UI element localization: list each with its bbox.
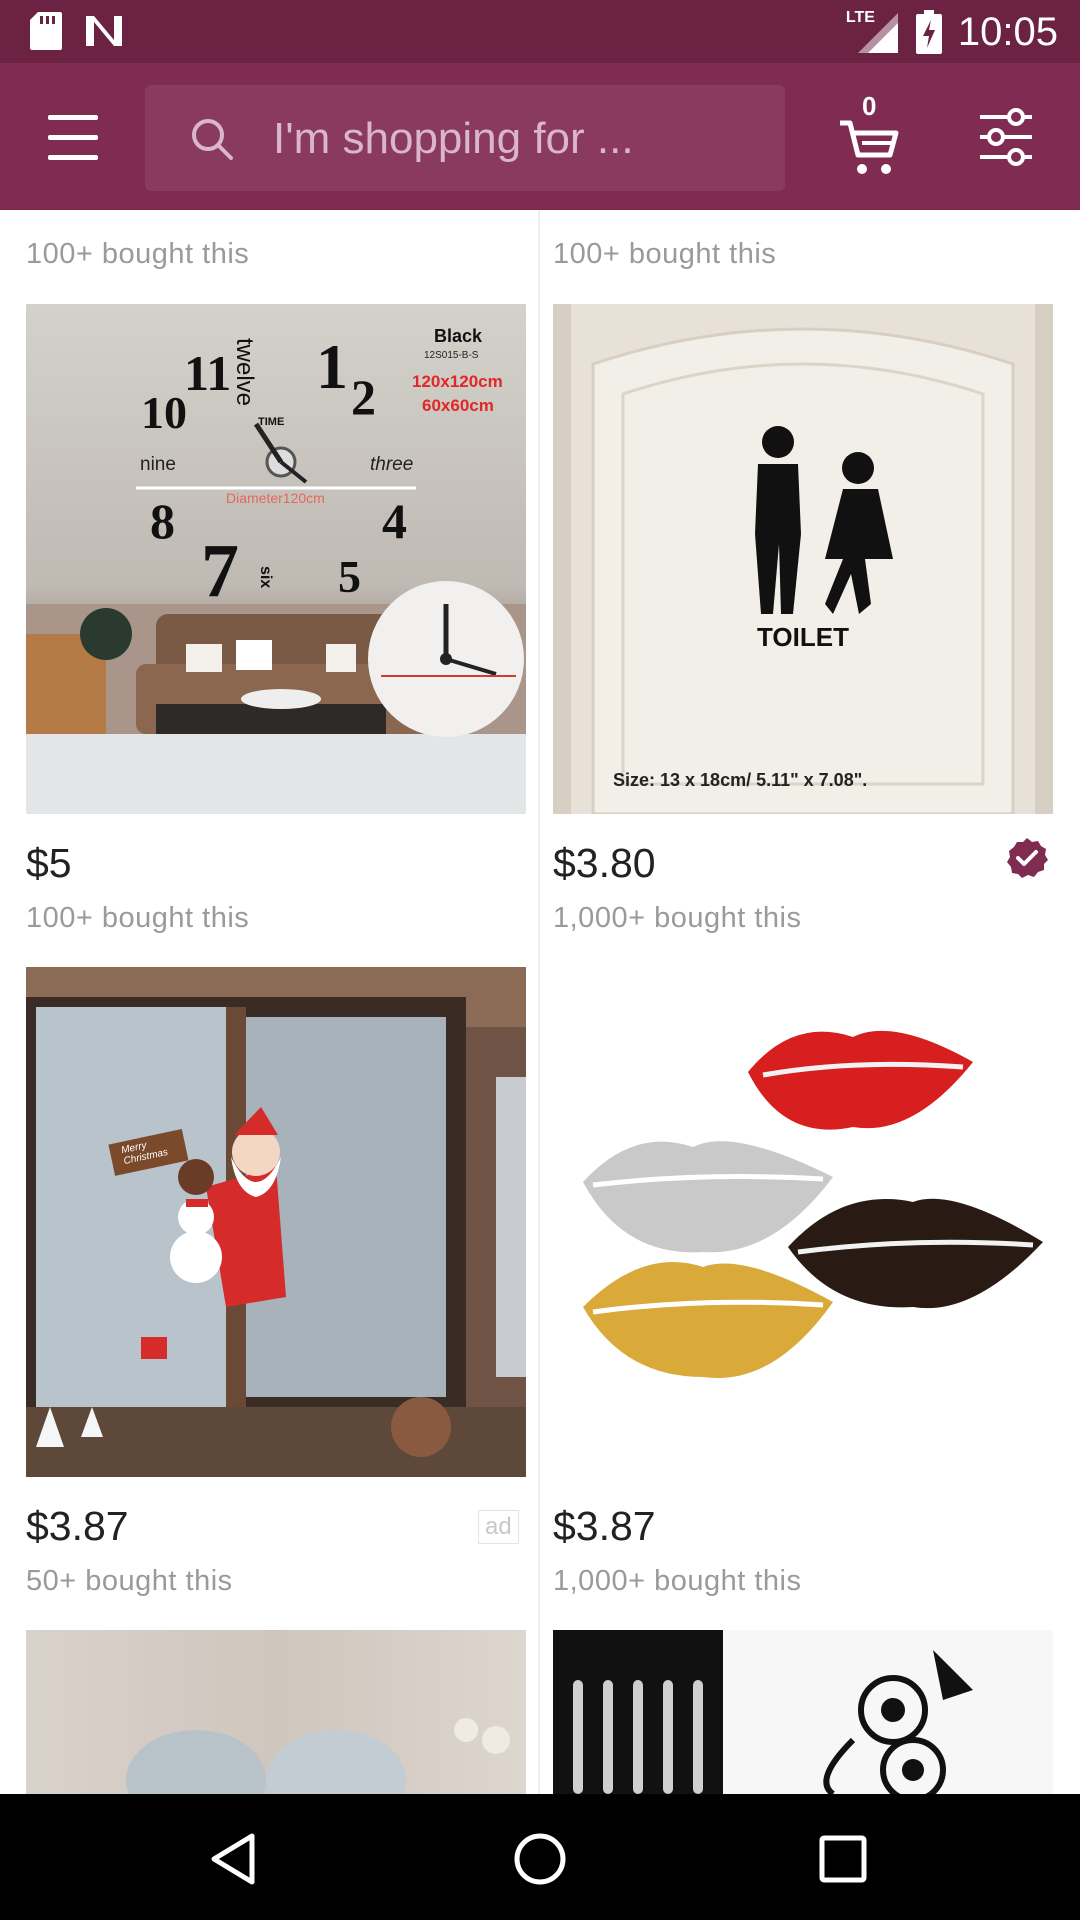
clock-word: nine — [140, 454, 176, 475]
filter-sliders-icon — [980, 108, 1032, 166]
search-icon — [192, 119, 233, 160]
clock-numeral: 10 — [141, 387, 187, 438]
clock-word: twelve — [231, 338, 258, 407]
toilet-size-label: Size: 13 x 18cm/ 5.11" x 7.08". — [613, 770, 868, 790]
clock-numeral: 1 — [316, 331, 348, 402]
cart-button[interactable]: 0 — [838, 91, 902, 181]
clock-numeral: 2 — [351, 369, 376, 425]
cart-count-badge: 0 — [862, 91, 877, 121]
bought-count: 100+ bought this — [26, 238, 250, 270]
cell-signal-icon: LTE — [846, 7, 900, 57]
back-icon[interactable] — [200, 1824, 270, 1894]
sd-card-icon — [30, 12, 62, 50]
clock-word: TIME — [258, 416, 285, 428]
cart-icon — [840, 120, 899, 174]
toilet-label: TOILET — [757, 622, 849, 652]
bought-count: 1,000+ bought this — [553, 1565, 802, 1597]
product-image-lips-mirror[interactable] — [553, 967, 1053, 1477]
column-divider — [538, 210, 540, 1794]
search-placeholder: I'm shopping for ... — [273, 114, 634, 163]
search-input[interactable]: I'm shopping for ... — [145, 85, 785, 191]
clock-numeral: 5 — [338, 551, 361, 602]
clock-numeral: 8 — [150, 493, 175, 549]
product-image-christmas-window[interactable]: Merry Christmas — [26, 967, 526, 1477]
bought-count: 100+ bought this — [26, 902, 250, 934]
status-bar: LTE 10:05 — [0, 0, 1080, 63]
clock-size-label-2: 60x60cm — [422, 396, 494, 415]
product-price: $3.87 — [553, 1503, 656, 1549]
product-image-toilet-sign[interactable]: TOILET Size: 13 x 18cm/ 5.11" x 7.08". — [553, 304, 1053, 814]
clock-numeral: 4 — [382, 493, 407, 549]
bought-count: 1,000+ bought this — [553, 902, 802, 934]
ad-label: ad — [478, 1510, 519, 1544]
product-price: $5 — [26, 840, 72, 886]
network-type-label: LTE — [845, 9, 875, 26]
system-navigation-bar — [0, 1794, 1080, 1920]
bought-count: 100+ bought this — [553, 238, 777, 270]
battery-charging-icon — [915, 10, 942, 54]
verified-badge-icon — [1007, 838, 1048, 878]
clock-word: three — [370, 454, 414, 475]
clock-size-label: 120x120cm — [412, 372, 503, 391]
clock-word: six — [257, 566, 274, 589]
clock-diameter-label: Diameter120cm — [226, 490, 325, 506]
product-feed[interactable]: 100+ bought this 100+ bought this Black … — [0, 210, 1080, 1794]
recents-icon[interactable] — [808, 1824, 878, 1894]
clock-numeral: 7 — [201, 529, 239, 613]
product-image-owl-decal[interactable] — [553, 1630, 1053, 1794]
bought-count: 50+ bought this — [26, 1565, 233, 1597]
notification-n-icon — [86, 16, 122, 46]
clock: 10:05 — [957, 10, 1058, 54]
product-image-wall-clock[interactable]: Black 12S015-B-S 120x120cm 60x60cm 11 tw… — [26, 304, 526, 814]
product-price: $3.80 — [553, 840, 656, 886]
clock-color-label: Black — [434, 326, 483, 346]
app-bar: I'm shopping for ... 0 — [0, 63, 1080, 210]
product-price: $3.87 — [26, 1503, 129, 1549]
clock-numeral: 11 — [184, 345, 232, 401]
menu-button[interactable] — [38, 103, 108, 173]
clock-sku-label: 12S015-B-S — [424, 350, 479, 361]
home-icon[interactable] — [505, 1824, 575, 1894]
product-image-mirror-wall[interactable] — [26, 1630, 526, 1794]
filter-button[interactable] — [978, 107, 1034, 167]
